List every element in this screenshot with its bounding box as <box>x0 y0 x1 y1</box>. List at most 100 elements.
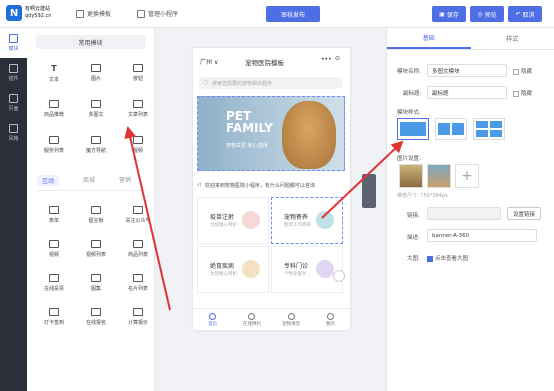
set-link-button[interactable]: 设置链接 <box>507 207 541 220</box>
module-article-list[interactable]: 文章列表 <box>119 95 157 123</box>
cube-nav-icon <box>91 136 101 144</box>
button-icon <box>133 64 143 72</box>
phone-title: 宠物医院模板 <box>245 59 284 67</box>
clinic-icon <box>316 260 334 278</box>
big-image-label: 大图: <box>407 256 420 262</box>
nav-pages[interactable]: 页面 <box>0 88 27 118</box>
phone-tab-home[interactable]: 首页 <box>193 309 232 330</box>
tab-marketing[interactable]: 营销 <box>119 175 131 186</box>
module-multi-image-text[interactable]: 多图文 <box>77 95 115 123</box>
image-thumb-2[interactable] <box>427 164 451 188</box>
module-cube-nav[interactable]: 魔方导航 <box>77 131 115 159</box>
style-option-1[interactable] <box>397 118 429 140</box>
tab-interact[interactable]: 互动 <box>37 175 60 186</box>
module-online-signup[interactable]: 在线报名 <box>77 303 115 331</box>
image-icon <box>91 64 101 72</box>
card-specialist[interactable]: 专科门诊 个性化服务 <box>271 246 343 293</box>
phone-tab-booking[interactable]: 在线预约 <box>232 309 271 330</box>
tab-mall[interactable]: 商城 <box>83 175 95 186</box>
syringe-icon <box>242 211 260 229</box>
save-icon: ▣ <box>439 10 445 18</box>
banner[interactable]: PET FAMILY 宠物关爱 放心选择 <box>197 96 345 171</box>
module-text[interactable]: T 文本 <box>35 59 73 87</box>
module-follow-account[interactable]: 关注公众号 <box>119 201 157 229</box>
module-product-recommend[interactable]: 商品推荐 <box>35 95 73 123</box>
hide-subtitle-checkbox[interactable]: 隐藏 <box>513 89 532 97</box>
module-style-label: 模块样式: <box>397 110 421 116</box>
phone-search-input[interactable]: 搜索您需要的宠物相关服务 <box>198 77 343 89</box>
preview-button[interactable]: ◎ 预览 <box>470 6 504 22</box>
tab-style[interactable]: 样式 <box>471 28 554 49</box>
tab-basic[interactable]: 基础 <box>387 28 471 49</box>
phone-tab-class[interactable]: 宠物课堂 <box>272 309 311 330</box>
style-option-2[interactable] <box>435 118 467 140</box>
nav-modules[interactable]: 模块 <box>0 28 27 58</box>
target-icon[interactable]: ⊙ <box>335 55 340 62</box>
card-boarding[interactable]: 宠物寄养 暂停工作寄养 <box>271 197 343 244</box>
publish-button[interactable]: 审核发布 <box>266 6 320 22</box>
link-input[interactable] <box>427 207 501 220</box>
module-name-input[interactable]: 多图文模块 <box>427 64 507 77</box>
hide-title-checkbox[interactable]: 隐藏 <box>513 67 532 75</box>
product-icon <box>49 100 59 108</box>
style-icon <box>9 124 18 133</box>
modules-icon <box>9 34 18 43</box>
module-checkin[interactable]: 打卡签到 <box>35 303 73 331</box>
notice-bar: ◁ 欢迎来到宠物医院小程序，有什么问题都可以咨询 <box>197 182 315 189</box>
video-list-icon <box>91 240 101 248</box>
module-video[interactable]: 视频 <box>119 131 157 159</box>
gallery-icon <box>91 274 101 282</box>
manage-miniapp-label: 管理小程序 <box>148 11 179 18</box>
signup-icon <box>91 308 101 316</box>
image-size-hint: 推荐尺寸: 750*384px <box>397 193 448 199</box>
medical-icon <box>242 260 260 278</box>
module-service-list[interactable]: 服务列表 <box>35 131 73 159</box>
module-video-2[interactable]: 视频 <box>35 235 73 263</box>
common-modules-header[interactable]: 常用模块 <box>35 35 146 49</box>
phone-tab-mine[interactable]: 我的 <box>311 309 350 330</box>
phone-call-icon[interactable] <box>333 270 345 282</box>
cancel-button[interactable]: ↶ 取消 <box>508 6 542 22</box>
module-image[interactable]: 图片 <box>77 59 115 87</box>
canvas-side-tool[interactable] <box>362 174 376 208</box>
more-icon[interactable]: ••• <box>321 56 332 63</box>
card-sterilization[interactable]: 绝育疾病 为您精心呵护 <box>197 246 269 293</box>
logo[interactable]: N 有啊云建站 qdy592.cn <box>6 5 51 21</box>
nav-style[interactable]: 风格 <box>0 118 27 148</box>
subtitle-input[interactable]: 副标题 <box>427 86 507 99</box>
phone-header: 广州 ∨ 宠物医院模板 ••• ⊙ <box>193 54 350 67</box>
link-label: 链接: <box>407 213 420 219</box>
video-icon <box>133 136 143 144</box>
manage-miniapp-button[interactable]: 管理小程序 <box>137 9 178 18</box>
book-icon <box>287 312 295 320</box>
module-button[interactable]: 按钮 <box>119 59 157 87</box>
desc-input[interactable]: banner-A-360 <box>427 229 537 242</box>
big-image-checkbox[interactable]: 点击查看大图 <box>427 254 468 262</box>
phone-tab-bar: 首页 在线预约 宠物课堂 我的 <box>193 308 350 330</box>
module-video-list[interactable]: 视频列表 <box>77 235 115 263</box>
card-vaccine[interactable]: 疫苗注射 为您精心呵护 <box>197 197 269 244</box>
module-online-vote[interactable]: 在线投票 <box>35 269 73 297</box>
city-selector[interactable]: 广州 ∨ <box>200 57 218 66</box>
module-product-list[interactable]: 商品列表 <box>119 235 157 263</box>
add-image-button[interactable]: + <box>455 164 479 188</box>
save-button[interactable]: ▣ 保存 <box>432 6 466 22</box>
module-card-list[interactable]: 名片列表 <box>119 269 157 297</box>
nav-plugins[interactable]: 插件 <box>0 58 27 88</box>
style-option-3[interactable] <box>473 118 505 140</box>
double-banner-icon <box>438 123 464 135</box>
module-quote-calc[interactable]: 计算报价 <box>119 303 157 331</box>
single-banner-icon <box>400 122 426 136</box>
text-icon: T <box>51 63 57 73</box>
calendar-icon <box>248 312 256 320</box>
image-thumb-1[interactable] <box>399 164 423 188</box>
module-message-board[interactable]: 留言板 <box>77 201 115 229</box>
banner-title-2: FAMILY <box>226 121 273 135</box>
module-form[interactable]: 表单 <box>35 201 73 229</box>
change-template-button[interactable]: 更换模板 <box>76 9 111 18</box>
phone-preview: 广州 ∨ 宠物医院模板 ••• ⊙ 搜索您需要的宠物相关服务 ○ PET FAM… <box>193 48 350 330</box>
interact-modules-grid: 表单 留言板 关注公众号 视频 视频列表 商品列表 在线投票 图集 名片列表 打… <box>35 201 154 331</box>
calculator-icon <box>133 308 143 316</box>
multi-image-icon <box>91 100 101 108</box>
module-gallery[interactable]: 图集 <box>77 269 115 297</box>
